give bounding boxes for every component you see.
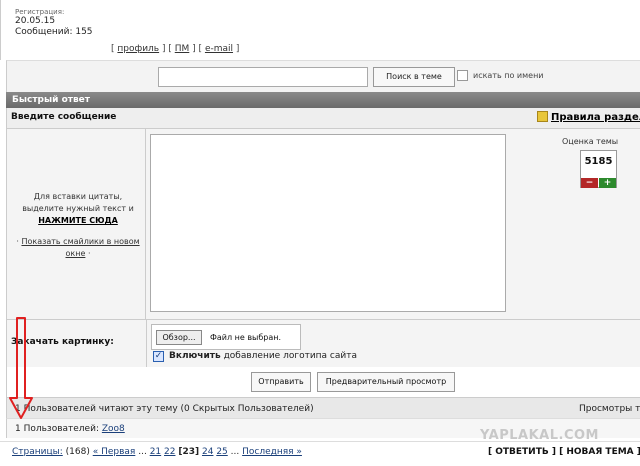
pagination: Страницы: (168) « Первая ... 21 22 [23] … <box>12 447 302 457</box>
registration-date: 20.05.15 <box>15 16 56 26</box>
quote-selection-link[interactable]: НАЖМИТЕ СЮДА <box>38 216 118 225</box>
form-buttons: Отправить Предварительный просмотр <box>6 367 640 397</box>
rating-plus-button[interactable]: + <box>599 178 616 188</box>
topic-actions: [ ОТВЕТИТЬ ] [ НОВАЯ ТЕМА ] <box>488 447 640 457</box>
topic-rating-widget: 5185 − + <box>580 150 617 188</box>
warning-icon <box>537 111 548 122</box>
browse-button[interactable]: Обзор... <box>156 330 202 345</box>
post-footer: Регистрация: 20.05.15 Сообщений: 155 [ п… <box>0 0 640 60</box>
logo-checkbox-label: Включить добавление логотипа сайта <box>169 351 357 361</box>
views-label: Просмотры те <box>579 404 640 414</box>
readers-count: 1 Пользователей читают эту тему (0 Скрыт… <box>15 404 314 414</box>
last-page-link[interactable]: Последняя » <box>242 447 302 457</box>
quick-reply-header: Быстрый ответ <box>6 92 640 108</box>
profile-link[interactable]: профиль <box>117 44 159 54</box>
file-input[interactable]: Обзор... Файл не выбран. <box>151 324 301 350</box>
search-input[interactable] <box>158 67 368 87</box>
current-page: [23] <box>178 447 200 457</box>
message-textarea[interactable] <box>150 134 506 312</box>
topic-rating-label: Оценка темы <box>562 137 619 146</box>
reply-button[interactable]: [ ОТВЕТИТЬ ] <box>488 447 556 457</box>
section-rules-link[interactable]: Правила раздела <box>537 111 640 123</box>
search-by-name-label: искать по имени <box>473 71 544 80</box>
file-status: Файл не выбран. <box>210 333 282 342</box>
upload-row: Закачать картинку: Обзор... Файл не выбр… <box>6 319 640 368</box>
logo-checkbox[interactable]: ✓ <box>153 351 164 362</box>
first-page-link[interactable]: « Первая <box>93 447 136 457</box>
editor-sidebar: Для вставки цитаты, выделите нужный текс… <box>7 129 146 319</box>
topic-rating-value: 5185 <box>584 156 613 167</box>
rating-minus-button[interactable]: − <box>581 178 598 188</box>
new-topic-button[interactable]: [ НОВАЯ ТЕМА ] <box>559 447 640 457</box>
page-link-21[interactable]: 21 <box>150 447 161 457</box>
page-link-24[interactable]: 24 <box>202 447 213 457</box>
pm-link[interactable]: ПМ <box>175 44 190 54</box>
search-topic-button[interactable]: Поиск в теме <box>373 67 455 87</box>
quote-hint: Для вставки цитаты, выделите нужный текс… <box>22 192 134 225</box>
email-link[interactable]: e-mail <box>205 44 233 54</box>
send-button[interactable]: Отправить <box>251 372 311 392</box>
message-header-row: Введите сообщение Правила раздела <box>6 108 640 129</box>
show-smileys-link[interactable]: Показать смайлики в новом окне <box>21 237 139 258</box>
pagination-row: Страницы: (168) « Первая ... 21 22 [23] … <box>0 441 640 466</box>
smileys-block: · Показать смайлики в новом окне · <box>16 237 140 258</box>
message-count: Сообщений: 155 <box>15 27 93 37</box>
divider <box>146 320 147 368</box>
registration-label: Регистрация: <box>15 8 65 16</box>
page-link-22[interactable]: 22 <box>164 447 175 457</box>
editor-area: Для вставки цитаты, выделите нужный текс… <box>6 129 640 319</box>
readers-row: 1 Пользователей читают эту тему (0 Скрыт… <box>6 397 640 418</box>
topic-search-bar: Поиск в теме искать по имени <box>6 60 640 92</box>
red-arrow-icon <box>9 317 33 419</box>
users-list: 1 Пользователей: Zoo8 <box>15 424 125 434</box>
pages-label[interactable]: Страницы: <box>12 447 63 457</box>
enter-message-label: Введите сообщение <box>11 112 117 122</box>
page-link-25[interactable]: 25 <box>216 447 227 457</box>
user-links: [ профиль ] [ ПМ ] [ e-mail ] <box>111 44 240 54</box>
preview-button[interactable]: Предварительный просмотр <box>317 372 455 392</box>
search-by-name-checkbox[interactable] <box>457 70 468 81</box>
user-link[interactable]: Zoo8 <box>102 424 125 434</box>
